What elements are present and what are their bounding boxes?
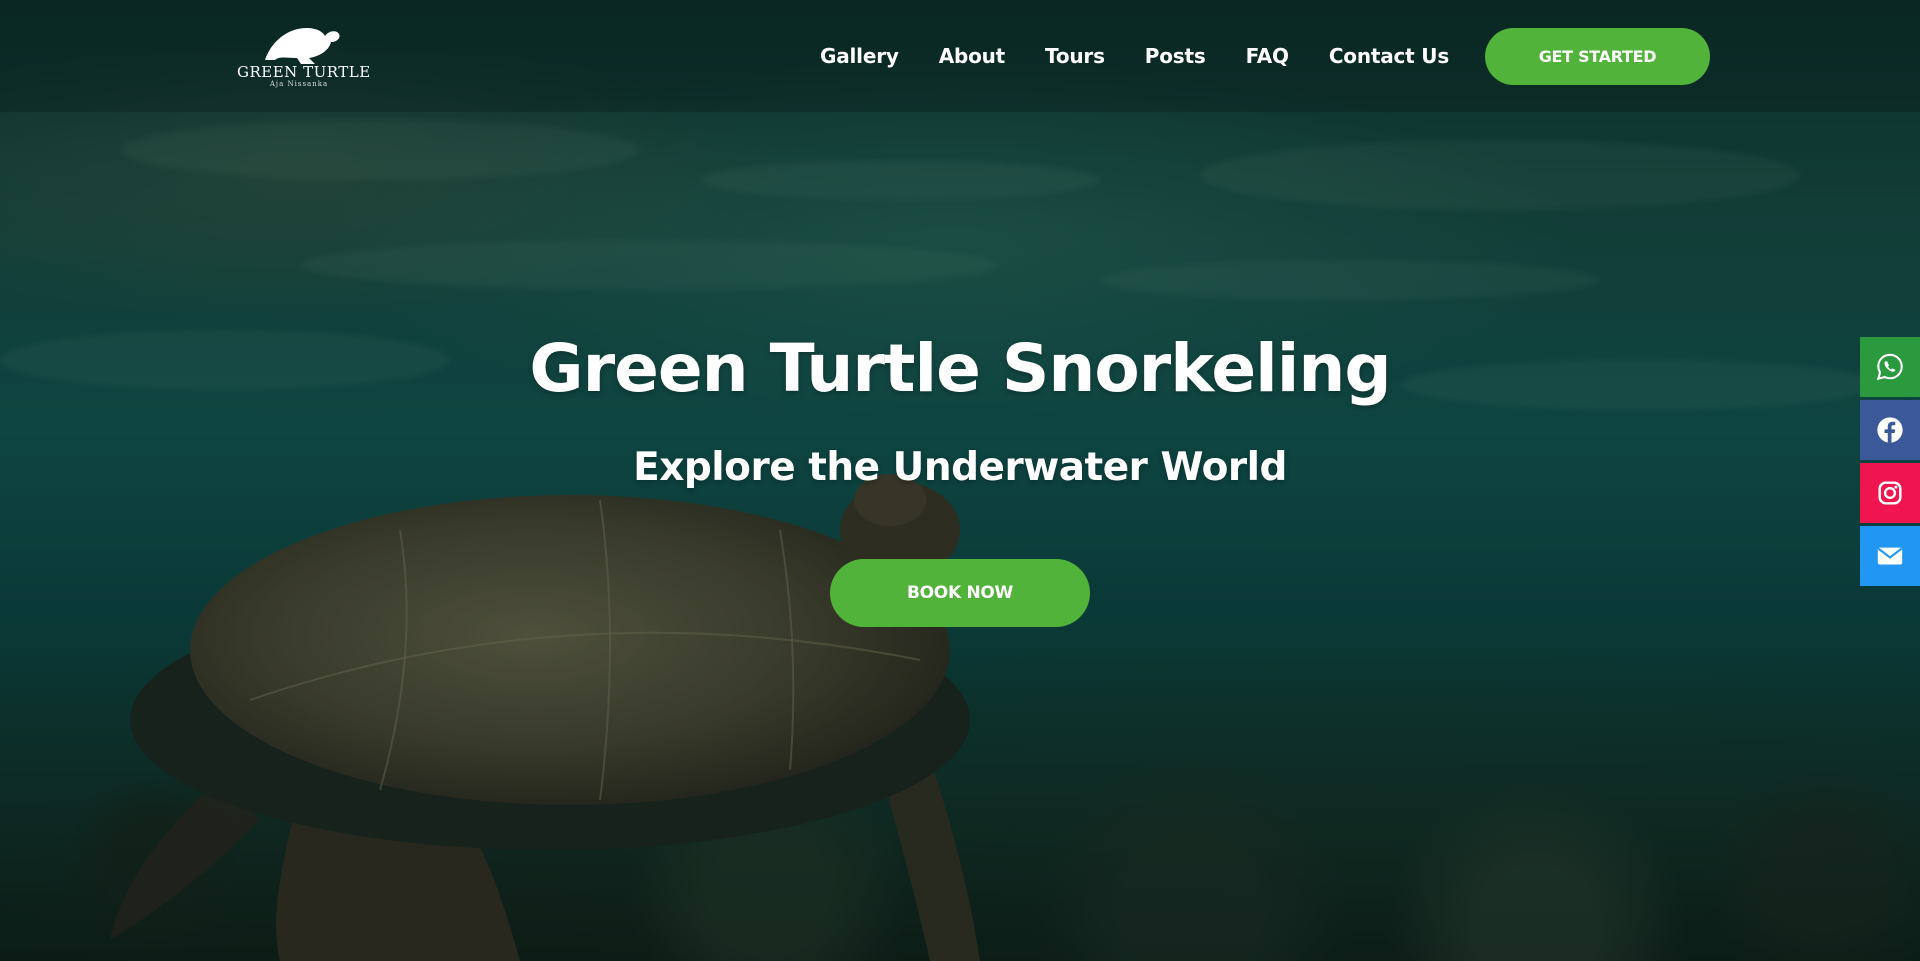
nav-item-tours[interactable]: Tours bbox=[1045, 44, 1105, 68]
nav-item-about[interactable]: About bbox=[939, 44, 1006, 68]
nav-item-posts[interactable]: Posts bbox=[1145, 44, 1206, 68]
email-icon bbox=[1877, 547, 1903, 565]
whatsapp-icon bbox=[1876, 353, 1903, 381]
email-button[interactable] bbox=[1860, 526, 1920, 586]
hero-title: Green Turtle Snorkeling bbox=[529, 330, 1391, 407]
logo-text: GREEN TURTLE bbox=[237, 63, 371, 81]
facebook-button[interactable] bbox=[1860, 400, 1920, 460]
hero-subtitle: Explore the Underwater World bbox=[633, 445, 1287, 490]
facebook-icon bbox=[1877, 417, 1903, 443]
site-header: GREEN TURTLE Aja Nissanka Gallery About … bbox=[0, 0, 1920, 112]
get-started-button[interactable]: GET STARTED bbox=[1485, 28, 1710, 85]
instagram-button[interactable] bbox=[1860, 463, 1920, 523]
social-sidebar bbox=[1860, 337, 1920, 589]
nav-item-faq[interactable]: FAQ bbox=[1246, 44, 1289, 68]
whatsapp-button[interactable] bbox=[1860, 337, 1920, 397]
logo-subtitle: Aja Nissanka bbox=[269, 80, 329, 88]
main-nav: Gallery About Tours Posts FAQ Contact Us bbox=[820, 0, 1489, 112]
nav-item-gallery[interactable]: Gallery bbox=[820, 44, 899, 68]
site-logo[interactable]: GREEN TURTLE Aja Nissanka bbox=[237, 20, 371, 92]
turtle-logo-icon bbox=[265, 28, 340, 64]
book-now-button[interactable]: BOOK NOW bbox=[830, 559, 1090, 627]
nav-item-contact-us[interactable]: Contact Us bbox=[1329, 44, 1449, 68]
instagram-icon bbox=[1878, 481, 1902, 505]
